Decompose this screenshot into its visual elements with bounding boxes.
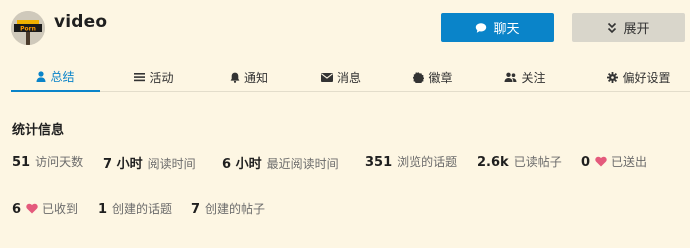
user-icon bbox=[36, 70, 46, 82]
username: video bbox=[54, 12, 108, 32]
tab-summary[interactable]: 总结 bbox=[11, 62, 100, 92]
avatar[interactable]: Porn bbox=[11, 11, 45, 45]
tab-messages[interactable]: 消息 bbox=[309, 62, 373, 92]
stat-label: 已收到 bbox=[42, 202, 79, 216]
stat-label: 已送出 bbox=[611, 155, 648, 169]
stat-posts-created: 7 创建的帖子 bbox=[191, 200, 265, 220]
badge-icon bbox=[413, 71, 425, 83]
profile-tabs: 总结 活动 通知 消息 徽章 关注 偏好设置 bbox=[11, 62, 690, 92]
stat-value: 7 小时 bbox=[103, 157, 143, 172]
stats-title: 统计信息 bbox=[12, 123, 65, 138]
tab-notifications[interactable]: 通知 bbox=[217, 62, 281, 92]
stat-label: 创建的帖子 bbox=[205, 202, 266, 216]
stat-likes-given: 0 已送出 bbox=[581, 153, 647, 173]
bell-icon bbox=[230, 72, 240, 83]
tab-badges-label: 徽章 bbox=[428, 70, 453, 85]
tab-preferences[interactable]: 偏好设置 bbox=[588, 62, 690, 92]
tab-preferences-label: 偏好设置 bbox=[622, 70, 671, 85]
stat-label: 已读帖子 bbox=[513, 155, 562, 169]
tab-follow-label: 关注 bbox=[521, 70, 546, 85]
avatar-logo-text: Porn bbox=[20, 26, 36, 33]
avatar-image: Porn bbox=[11, 11, 45, 45]
chat-button-label: 聊天 bbox=[493, 22, 520, 37]
stat-label: 最近阅读时间 bbox=[266, 157, 339, 171]
tab-follow[interactable]: 关注 bbox=[493, 62, 557, 92]
stat-value: 6 小时 bbox=[222, 157, 262, 172]
stat-value: 351 bbox=[365, 155, 393, 170]
list-icon bbox=[134, 72, 146, 82]
stat-value: 2.6k bbox=[477, 155, 509, 170]
stat-posts-read: 2.6k 已读帖子 bbox=[477, 153, 562, 173]
stat-label: 创建的话题 bbox=[112, 202, 173, 216]
tab-activity[interactable]: 活动 bbox=[117, 62, 191, 92]
stat-topics-viewed: 351 浏览的话题 bbox=[365, 153, 457, 173]
tab-notifications-label: 通知 bbox=[243, 70, 268, 85]
stat-value: 6 bbox=[12, 202, 22, 217]
tab-summary-label: 总结 bbox=[50, 69, 75, 84]
chevrons-down-icon bbox=[607, 22, 617, 34]
stat-value: 7 bbox=[191, 202, 201, 217]
stat-read-time: 7 小时 阅读时间 bbox=[103, 153, 196, 173]
stat-likes-received: 6 已收到 bbox=[12, 200, 78, 220]
profile-header: Porn video 聊天 展开 bbox=[0, 0, 690, 54]
stat-value: 51 bbox=[12, 155, 31, 170]
heart-icon bbox=[26, 203, 38, 214]
users-icon bbox=[504, 72, 517, 82]
tab-badges[interactable]: 徽章 bbox=[401, 62, 465, 92]
stat-label: 阅读时间 bbox=[147, 157, 196, 171]
expand-button[interactable]: 展开 bbox=[572, 13, 685, 42]
stat-topics-created: 1 创建的话题 bbox=[98, 200, 172, 220]
chat-bubble-icon bbox=[475, 22, 487, 34]
envelope-icon bbox=[320, 72, 333, 82]
stat-value: 0 bbox=[581, 155, 591, 170]
tab-messages-label: 消息 bbox=[336, 70, 361, 85]
chat-button[interactable]: 聊天 bbox=[441, 13, 554, 42]
heart-icon bbox=[595, 156, 607, 167]
stat-days-visited: 51 访问天数 bbox=[12, 153, 83, 173]
stat-recent-read-time: 6 小时 最近阅读时间 bbox=[222, 153, 339, 173]
stat-value: 1 bbox=[98, 202, 108, 217]
stat-label: 浏览的话题 bbox=[397, 155, 458, 169]
tab-activity-label: 活动 bbox=[149, 70, 174, 85]
stat-label: 访问天数 bbox=[35, 155, 84, 169]
gear-icon bbox=[607, 71, 619, 83]
expand-button-label: 展开 bbox=[623, 22, 650, 37]
user-profile-page: Porn video 聊天 展开 总结 活动 通知 消息 徽章 关注 偏好设置 … bbox=[0, 0, 690, 248]
